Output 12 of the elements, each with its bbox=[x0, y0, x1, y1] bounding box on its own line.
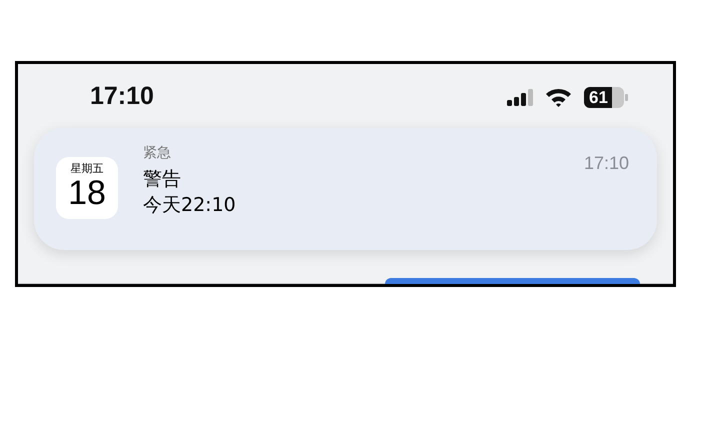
wifi-icon bbox=[545, 87, 572, 107]
calendar-day: 18 bbox=[68, 175, 106, 211]
notification-body: 今天22:10 bbox=[143, 193, 237, 218]
battery-percentage: 61 bbox=[589, 86, 608, 108]
notification-time: 17:10 bbox=[584, 152, 629, 175]
battery-icon bbox=[584, 86, 628, 108]
app-name: 紧急 bbox=[143, 144, 172, 162]
status-time: 17:10 bbox=[90, 81, 154, 112]
notification-title: 警告 bbox=[143, 167, 182, 192]
calendar-weekday: 星期五 bbox=[70, 162, 104, 175]
signal-icon bbox=[507, 88, 533, 106]
notification-card[interactable]: 星期五 18 紧急 警告 今天22:10 17:10 bbox=[34, 128, 657, 250]
